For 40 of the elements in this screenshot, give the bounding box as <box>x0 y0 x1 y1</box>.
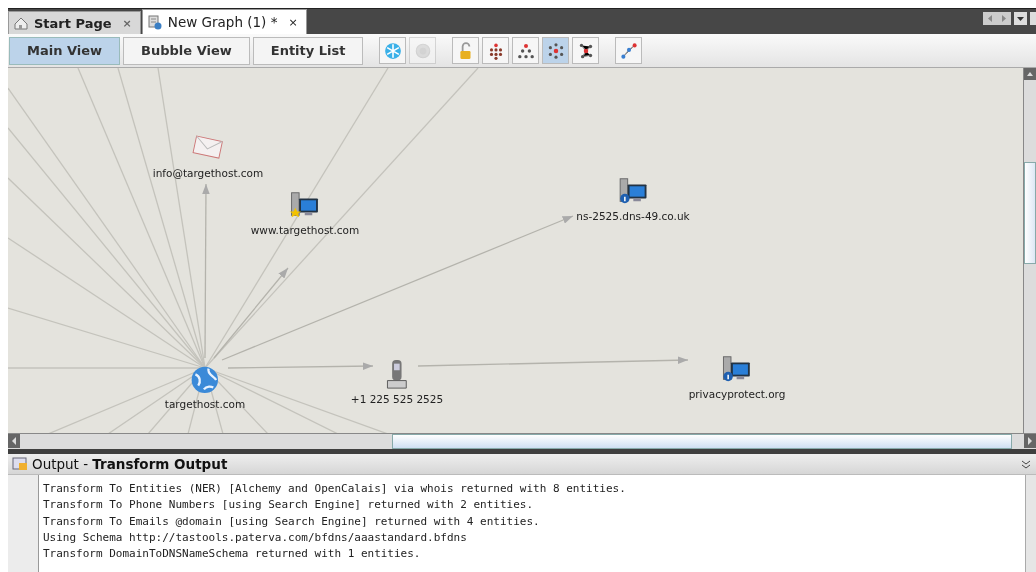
node-label: privacyprotect.org <box>688 388 786 400</box>
view-tab[interactable]: Bubble View <box>123 36 250 65</box>
path-icon <box>620 41 638 60</box>
panel-title: Output - Transform Output <box>32 456 229 472</box>
graph-icon <box>146 14 163 30</box>
vertical-scrollbar[interactable] <box>1023 68 1036 433</box>
vertical-scrollbar[interactable] <box>1025 475 1036 572</box>
scroll-right-icon[interactable] <box>1024 434 1036 448</box>
dots-icon <box>547 41 565 60</box>
view-tab[interactable]: Main View <box>9 36 121 65</box>
toolbar-button[interactable] <box>512 37 540 64</box>
output-line: Using Schema http://tastools.paterva.com/bfdns/aaastandard.bfdns <box>43 529 468 546</box>
node-label: info@targethost.com <box>152 167 264 179</box>
output-line: Transform DomainToDNSNameSchema returned with 1 entities. <box>43 546 422 563</box>
dots-icon <box>517 41 535 60</box>
dots-icon <box>577 41 595 60</box>
dropdown-icon[interactable] <box>1014 12 1027 25</box>
tab[interactable]: Start Page × <box>8 11 141 34</box>
home-icon <box>13 15 29 31</box>
output-line: Transform To Phone Numbers [using Search Engine] returned with 2 entities. <box>43 497 535 514</box>
toolbar-button[interactable] <box>572 37 600 64</box>
toolbar-button[interactable] <box>482 37 510 64</box>
node-label: targethost.com <box>164 398 246 410</box>
toolbar-button[interactable] <box>542 37 570 64</box>
node-label: ns-2525.dns-49.co.uk <box>576 210 690 222</box>
scroll-left-icon[interactable] <box>8 434 20 448</box>
close-icon[interactable]: × <box>288 15 298 29</box>
node-label: www.targethost.com <box>250 224 360 236</box>
view-tab[interactable]: Entity List <box>252 36 364 65</box>
dots-icon <box>487 41 505 60</box>
tab[interactable]: New Graph (1) * × <box>141 9 307 34</box>
output-line: Transform To Emails @domain [using Search Engine] returned with 4 entities. <box>43 513 541 530</box>
output-line: Transform To Entities (NER) [Alchemy and OpenCalais] via whois returned with 8 entities. <box>43 481 627 497</box>
snowflake-icon <box>384 41 402 60</box>
minimize-icon[interactable] <box>1020 459 1032 469</box>
circle-icon <box>414 41 432 60</box>
horizontal-scrollbar[interactable] <box>8 433 1036 449</box>
close-icon[interactable]: × <box>122 16 132 30</box>
node-label: +1 225 525 2525 <box>350 393 444 405</box>
output-icon <box>12 457 28 471</box>
